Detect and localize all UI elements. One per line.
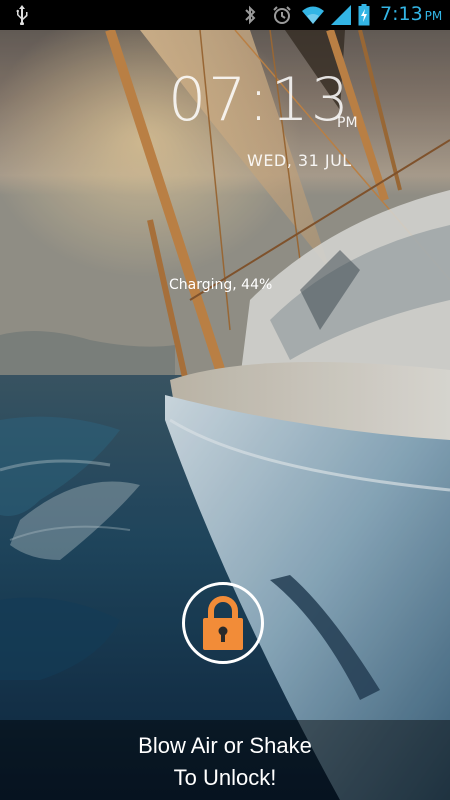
lockscreen-ampm: PM (337, 115, 358, 131)
status-bar: 7:13 PM (0, 0, 450, 30)
lockscreen-date: WED, 31 JUL (247, 151, 352, 170)
padlock-icon (203, 596, 243, 650)
signal-icon (330, 5, 352, 25)
status-bar-time: 7:13 PM (380, 3, 443, 25)
unlock-button[interactable] (182, 582, 264, 664)
alarm-icon (271, 5, 293, 25)
charging-status: Charging, 44% (169, 277, 273, 293)
unlock-instruction-line-2: To Unlock! (173, 765, 277, 790)
wifi-icon (301, 5, 325, 25)
battery-charging-icon (358, 4, 370, 26)
lockscreen-clock: 07:13 (168, 65, 351, 135)
unlock-instruction-line-1: Blow Air or Shake (138, 733, 312, 758)
bluetooth-icon (242, 5, 258, 25)
lock-screen: 7:13 PM 07:13 PM WED, 31 JUL Charging, 44… (0, 0, 450, 800)
unlock-instruction: Blow Air or Shake To Unlock! (0, 730, 450, 794)
usb-icon (12, 5, 32, 25)
